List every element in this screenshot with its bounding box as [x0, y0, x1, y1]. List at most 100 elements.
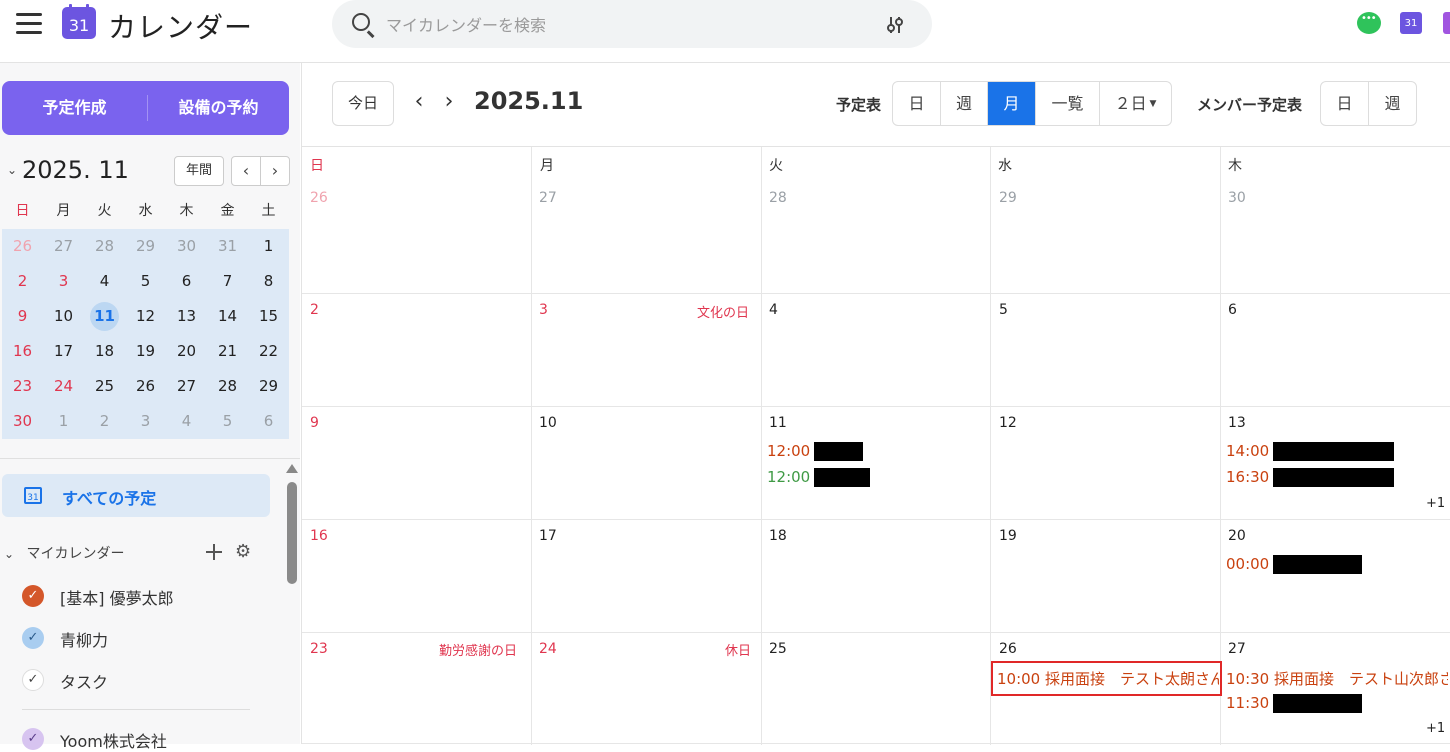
- mini-day[interactable]: 26: [2, 229, 43, 264]
- mini-day[interactable]: 1: [248, 229, 289, 264]
- mini-day[interactable]: 13: [166, 299, 207, 334]
- mini-day[interactable]: 4: [166, 404, 207, 439]
- day-number[interactable]: 19: [999, 528, 1017, 544]
- mini-day[interactable]: 17: [43, 334, 84, 369]
- view-two-day-tab[interactable]: ２日 ▼: [1100, 82, 1171, 125]
- app-icon[interactable]: [1443, 12, 1450, 34]
- view-day-tab[interactable]: 日: [893, 82, 941, 125]
- view-month-tab[interactable]: 月: [988, 82, 1036, 125]
- checkbox-checked-icon[interactable]: ✓: [22, 669, 44, 691]
- event-item[interactable]: 11:30: [1226, 694, 1363, 713]
- mini-day[interactable]: 29: [125, 229, 166, 264]
- today-button[interactable]: 今日: [332, 81, 394, 126]
- mini-day[interactable]: 2: [2, 264, 43, 299]
- day-number[interactable]: 9: [310, 415, 319, 431]
- scroll-thumb[interactable]: [287, 482, 297, 584]
- member-day-tab[interactable]: 日: [1321, 82, 1369, 125]
- view-list-tab[interactable]: 一覧: [1036, 82, 1100, 125]
- mini-day[interactable]: 8: [248, 264, 289, 299]
- all-events-item[interactable]: 31 すべての予定: [2, 474, 270, 517]
- menu-icon[interactable]: [16, 13, 42, 35]
- mini-day[interactable]: 20: [166, 334, 207, 369]
- day-number[interactable]: 11: [769, 415, 787, 431]
- prev-month-icon[interactable]: ‹: [232, 157, 260, 185]
- day-number[interactable]: 29: [999, 190, 1017, 206]
- event-item[interactable]: 12:00: [767, 468, 871, 487]
- day-number[interactable]: 5: [999, 302, 1008, 318]
- day-number[interactable]: 25: [769, 641, 787, 657]
- mini-day[interactable]: 6: [166, 264, 207, 299]
- mini-day[interactable]: 21: [207, 334, 248, 369]
- create-event-button[interactable]: 予定作成: [2, 81, 147, 135]
- day-number[interactable]: 16: [310, 528, 328, 544]
- mini-day[interactable]: 12: [125, 299, 166, 334]
- day-number[interactable]: 2: [310, 302, 319, 318]
- mini-day[interactable]: 29: [248, 369, 289, 404]
- search-bar[interactable]: [332, 0, 932, 48]
- checkbox-checked-icon[interactable]: ✓: [22, 585, 44, 607]
- add-calendar-icon[interactable]: [205, 543, 223, 561]
- checkbox-checked-icon[interactable]: ✓: [22, 728, 44, 750]
- more-events-link[interactable]: +1: [1426, 496, 1445, 511]
- mini-day[interactable]: 22: [248, 334, 289, 369]
- mini-day[interactable]: 1: [43, 404, 84, 439]
- mini-day[interactable]: 30: [2, 404, 43, 439]
- day-number[interactable]: 20: [1228, 528, 1246, 544]
- mini-day[interactable]: 14: [207, 299, 248, 334]
- mini-day[interactable]: 9: [2, 299, 43, 334]
- event-item[interactable]: 16:30: [1226, 468, 1395, 487]
- next-month-icon[interactable]: ›: [261, 157, 289, 185]
- mini-day[interactable]: 27: [166, 369, 207, 404]
- day-number[interactable]: 13: [1228, 415, 1246, 431]
- mini-day[interactable]: 30: [166, 229, 207, 264]
- day-number[interactable]: 17: [539, 528, 557, 544]
- chat-icon[interactable]: [1357, 12, 1381, 34]
- event-item[interactable]: 10:30 採用面接 テスト山次郎さ: [1226, 668, 1448, 689]
- mini-day[interactable]: 23: [2, 369, 43, 404]
- day-number[interactable]: 6: [1228, 302, 1237, 318]
- search-input[interactable]: [384, 10, 868, 40]
- event-item[interactable]: 00:00: [1226, 555, 1363, 574]
- mini-day[interactable]: 18: [84, 334, 125, 369]
- day-number[interactable]: 24: [539, 641, 557, 657]
- filter-settings-icon[interactable]: [884, 14, 906, 36]
- facility-reservation-button[interactable]: 設備の予約: [148, 81, 289, 135]
- day-number[interactable]: 4: [769, 302, 778, 318]
- gear-icon[interactable]: ⚙: [235, 543, 253, 561]
- mini-day[interactable]: 7: [207, 264, 248, 299]
- day-number[interactable]: 12: [999, 415, 1017, 431]
- mini-day[interactable]: 15: [248, 299, 289, 334]
- mini-day[interactable]: 16: [2, 334, 43, 369]
- mini-day[interactable]: 3: [43, 264, 84, 299]
- mini-day[interactable]: 5: [125, 264, 166, 299]
- mini-day[interactable]: 2: [84, 404, 125, 439]
- scroll-up-icon[interactable]: [286, 464, 298, 473]
- more-events-link[interactable]: +1: [1426, 721, 1445, 736]
- mini-day[interactable]: 31: [207, 229, 248, 264]
- year-view-button[interactable]: 年間: [174, 156, 224, 186]
- mini-day-today[interactable]: 11: [84, 299, 125, 334]
- mini-day[interactable]: 3: [125, 404, 166, 439]
- checkbox-checked-icon[interactable]: ✓: [22, 627, 44, 649]
- sidebar-scrollbar[interactable]: [286, 464, 298, 744]
- day-number[interactable]: 30: [1228, 190, 1246, 206]
- mini-day[interactable]: 6: [248, 404, 289, 439]
- event-item[interactable]: 12:00: [767, 442, 864, 461]
- my-calendars-header[interactable]: ⌄ マイカレンダー: [4, 543, 125, 563]
- mini-day[interactable]: 28: [207, 369, 248, 404]
- calendar-app-icon[interactable]: 31: [1400, 12, 1422, 34]
- day-number[interactable]: 27: [539, 190, 557, 206]
- event-item[interactable]: 14:00: [1226, 442, 1395, 461]
- view-week-tab[interactable]: 週: [941, 82, 988, 125]
- day-number[interactable]: 18: [769, 528, 787, 544]
- mini-day[interactable]: 4: [84, 264, 125, 299]
- mini-day[interactable]: 10: [43, 299, 84, 334]
- mini-day[interactable]: 19: [125, 334, 166, 369]
- mini-day[interactable]: 5: [207, 404, 248, 439]
- day-number[interactable]: 10: [539, 415, 557, 431]
- prev-month-icon[interactable]: ‹: [408, 90, 430, 114]
- mini-day[interactable]: 25: [84, 369, 125, 404]
- chevron-down-icon[interactable]: ⌄: [7, 163, 17, 177]
- next-month-icon[interactable]: ›: [438, 90, 460, 114]
- mini-day[interactable]: 24: [43, 369, 84, 404]
